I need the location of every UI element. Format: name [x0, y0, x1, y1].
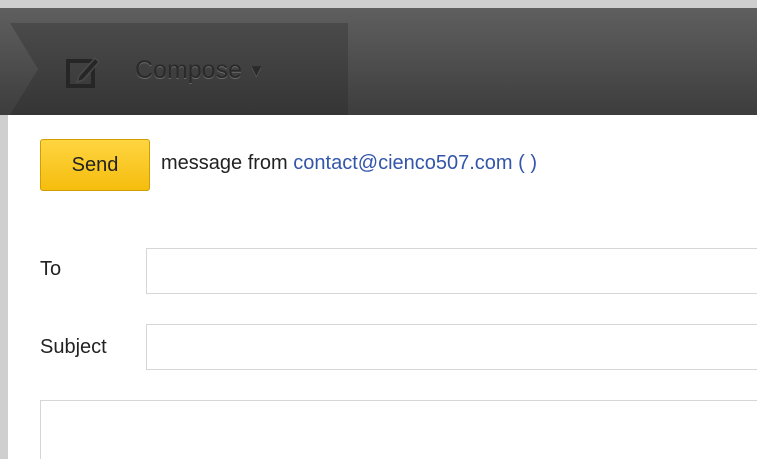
compose-window: Compose ▼ Send message from contact@cienc…	[0, 0, 757, 459]
top-toolbar: Compose ▼	[0, 0, 757, 115]
compose-pencil-icon	[65, 54, 101, 90]
compose-button[interactable]: Compose ▼	[10, 23, 348, 115]
to-label: To	[40, 258, 62, 280]
to-field[interactable]	[146, 248, 757, 294]
subject-label: Subject	[40, 336, 107, 358]
from-prefix: message from	[161, 152, 288, 174]
subject-field[interactable]	[146, 324, 757, 370]
from-line: message from contact@cienco507.com ( )	[161, 152, 537, 175]
send-button[interactable]: Send	[40, 139, 150, 191]
message-body-field[interactable]	[40, 400, 757, 459]
chevron-down-icon: ▼	[248, 61, 265, 80]
from-name: ( )	[518, 152, 538, 174]
from-email-link[interactable]: contact@cienco507.com ( )	[293, 152, 537, 174]
compose-label: Compose ▼	[135, 56, 265, 85]
compose-text: Compose	[135, 56, 242, 84]
from-email: contact@cienco507.com	[293, 152, 513, 174]
